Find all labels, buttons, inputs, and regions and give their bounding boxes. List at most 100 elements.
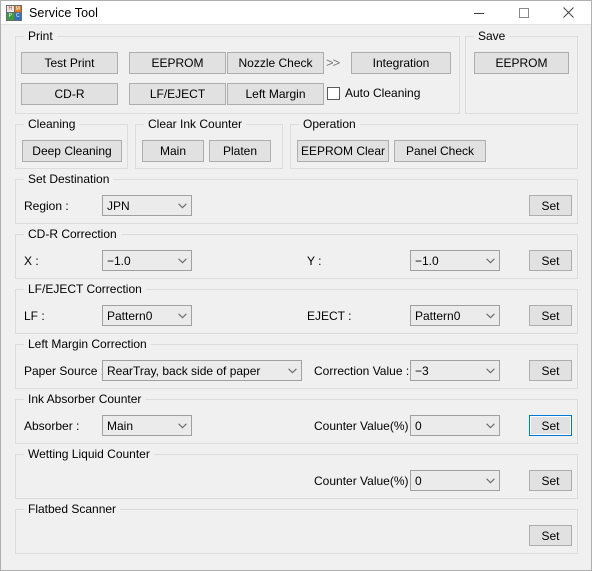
chevron-down-icon <box>482 422 499 429</box>
correction-value-label: Correction Value : <box>314 364 410 378</box>
cdr-x-label: X : <box>24 254 39 268</box>
cleaning-group: Cleaning Deep Cleaning <box>15 117 128 169</box>
auto-cleaning-checkbox-row[interactable]: Auto Cleaning <box>327 86 420 100</box>
chevron-down-icon <box>482 257 499 264</box>
clear-ink-platen-button[interactable]: Platen <box>209 140 271 162</box>
eeprom-clear-button[interactable]: EEPROM Clear <box>297 140 389 162</box>
chevron-down-icon <box>174 312 191 319</box>
nozzle-check-button[interactable]: Nozzle Check <box>227 52 324 74</box>
app-icon-cell-3: P <box>7 13 14 20</box>
ink-absorber-counter-value-label: Counter Value(%) : <box>314 419 416 433</box>
correction-value: −3 <box>415 363 429 378</box>
save-group-legend: Save <box>474 29 510 43</box>
clear-ink-counter-group: Clear Ink Counter Main Platen <box>135 117 283 169</box>
wetting-liquid-counter-set-button[interactable]: Set <box>529 470 572 491</box>
set-destination-set-button[interactable]: Set <box>529 195 572 216</box>
clear-ink-main-button[interactable]: Main <box>142 140 204 162</box>
lf-eject-correction-group: LF/EJECT Correction LF : Pattern0 EJECT … <box>15 282 578 334</box>
paper-source-value: RearTray, back side of paper <box>107 363 261 378</box>
ink-absorber-counter-value: 0 <box>415 418 422 433</box>
set-destination-legend: Set Destination <box>24 172 114 186</box>
wetting-liquid-counter-group: Wetting Liquid Counter Counter Value(%) … <box>15 447 578 499</box>
wetting-counter-value-combobox[interactable]: 0 <box>410 470 500 491</box>
app-icon-cell-2: M <box>14 5 21 12</box>
app-icon-cell-4: C <box>14 13 21 20</box>
ink-absorber-counter-value-combobox[interactable]: 0 <box>410 415 500 436</box>
set-destination-group: Set Destination Region : JPN Set <box>15 172 578 224</box>
chevron-down-icon <box>174 422 191 429</box>
absorber-label: Absorber : <box>24 419 80 433</box>
eeprom-print-button[interactable]: EEPROM <box>129 52 226 74</box>
lf-combobox[interactable]: Pattern0 <box>102 305 192 326</box>
auto-cleaning-label: Auto Cleaning <box>345 86 421 100</box>
clear-ink-counter-legend: Clear Ink Counter <box>144 117 247 131</box>
eject-label: EJECT : <box>307 309 352 323</box>
panel-check-button[interactable]: Panel Check <box>394 140 486 162</box>
test-print-button[interactable]: Test Print <box>21 52 118 74</box>
deep-cleaning-button[interactable]: Deep Cleaning <box>22 140 122 162</box>
app-icon: H M P C <box>6 4 22 21</box>
cdr-y-label: Y : <box>307 254 322 268</box>
operation-group-legend: Operation <box>299 117 360 131</box>
cleaning-group-legend: Cleaning <box>24 117 80 131</box>
absorber-combobox[interactable]: Main <box>102 415 192 436</box>
ink-absorber-counter-group: Ink Absorber Counter Absorber : Main Cou… <box>15 392 578 444</box>
lf-value: Pattern0 <box>107 308 153 323</box>
lf-eject-correction-set-button[interactable]: Set <box>529 305 572 326</box>
window-controls <box>456 1 591 24</box>
minimize-icon <box>473 12 484 14</box>
print-group-legend: Print <box>24 29 57 43</box>
flatbed-scanner-legend: Flatbed Scanner <box>24 502 121 516</box>
wetting-liquid-counter-legend: Wetting Liquid Counter <box>24 447 154 461</box>
lf-eject-correction-legend: LF/EJECT Correction <box>24 282 146 296</box>
wetting-counter-value: 0 <box>415 473 422 488</box>
cdr-correction-set-button[interactable]: Set <box>529 250 572 271</box>
paper-source-label: Paper Source : <box>24 364 105 378</box>
flatbed-scanner-set-button[interactable]: Set <box>529 525 572 546</box>
chevron-down-icon <box>482 477 499 484</box>
titlebar: H M P C Service Tool <box>1 1 591 25</box>
chevron-down-icon <box>174 202 191 209</box>
cd-r-button[interactable]: CD-R <box>21 83 118 105</box>
cdr-correction-group: CD-R Correction X : −1.0 Y : −1.0 Set <box>15 227 578 279</box>
print-group: Print Test Print EEPROM Nozzle Check CD-… <box>15 29 460 114</box>
flatbed-scanner-group: Flatbed Scanner Set <box>15 502 578 554</box>
chevron-down-icon <box>482 367 499 374</box>
cdr-correction-legend: CD-R Correction <box>24 227 121 241</box>
ink-absorber-counter-set-button[interactable]: Set <box>529 415 572 436</box>
chevron-down-icon <box>284 367 301 374</box>
eject-value: Pattern0 <box>415 308 461 323</box>
correction-value-combobox[interactable]: −3 <box>410 360 500 381</box>
operation-group: Operation EEPROM Clear Panel Check <box>290 117 578 169</box>
maximize-icon <box>518 7 529 18</box>
double-chevron-right-icon: >> <box>326 55 340 70</box>
cdr-y-combobox[interactable]: −1.0 <box>410 250 500 271</box>
window-title: Service Tool <box>29 5 99 20</box>
minimize-button[interactable] <box>456 1 501 24</box>
wetting-counter-value-label: Counter Value(%) : <box>314 474 416 488</box>
close-button[interactable] <box>546 1 591 24</box>
region-value: JPN <box>107 198 130 213</box>
left-margin-correction-legend: Left Margin Correction <box>24 337 151 351</box>
left-margin-correction-set-button[interactable]: Set <box>529 360 572 381</box>
eject-combobox[interactable]: Pattern0 <box>410 305 500 326</box>
absorber-value: Main <box>107 418 134 433</box>
paper-source-combobox[interactable]: RearTray, back side of paper <box>102 360 302 381</box>
region-label: Region : <box>24 199 69 213</box>
cdr-x-value: −1.0 <box>107 253 131 268</box>
chevron-down-icon <box>174 257 191 264</box>
region-combobox[interactable]: JPN <box>102 195 192 216</box>
save-eeprom-button[interactable]: EEPROM <box>474 52 569 74</box>
left-margin-button[interactable]: Left Margin <box>227 83 324 105</box>
app-icon-cell-1: H <box>7 5 14 12</box>
ink-absorber-counter-legend: Ink Absorber Counter <box>24 392 146 406</box>
cdr-x-combobox[interactable]: −1.0 <box>102 250 192 271</box>
save-group: Save EEPROM <box>465 29 578 114</box>
service-tool-window: H M P C Service Tool Print Test Print EE… <box>0 0 592 571</box>
integration-button[interactable]: Integration <box>351 52 451 74</box>
lf-eject-button[interactable]: LF/EJECT <box>129 83 226 105</box>
maximize-button[interactable] <box>501 1 546 24</box>
cdr-y-value: −1.0 <box>415 253 439 268</box>
left-margin-correction-group: Left Margin Correction Paper Source : Re… <box>15 337 578 389</box>
auto-cleaning-checkbox[interactable] <box>327 86 340 100</box>
